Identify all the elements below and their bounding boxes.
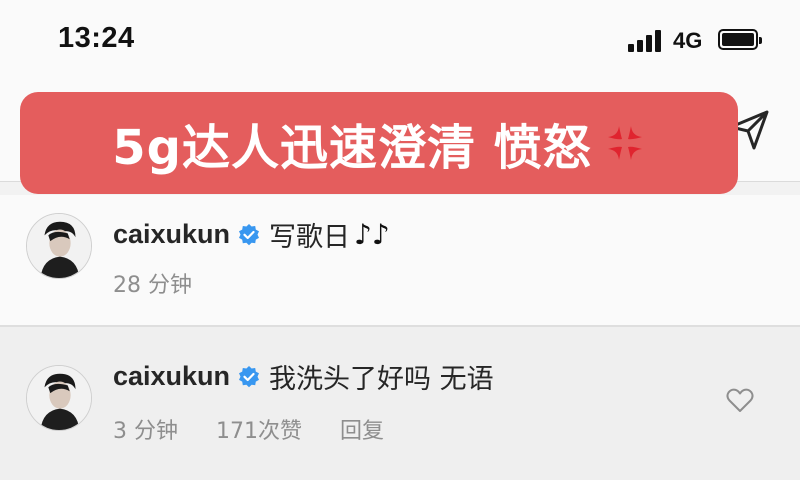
comment-time: 3 分钟 — [113, 419, 178, 444]
comment-username[interactable]: caixukun — [113, 219, 230, 250]
comment-item: caixukun 我洗头了好吗 无语 3 分钟 171次赞 回复 — [0, 327, 800, 480]
comment-item: caixukun 写歌日 ♪♪ 28 分钟 — [0, 195, 800, 325]
signal-icon — [628, 30, 664, 52]
network-type: 4G — [673, 28, 703, 53]
comment-text: 我洗头了好吗 无语 — [269, 364, 494, 395]
status-bar: 13:24 4G — [0, 0, 800, 85]
battery-icon — [718, 29, 762, 50]
reply-button[interactable]: 回复 — [340, 413, 384, 445]
comment-time: 28 分钟 — [113, 273, 192, 298]
comment-username[interactable]: caixukun — [113, 361, 230, 392]
avatar[interactable] — [26, 213, 92, 279]
heart-icon[interactable] — [726, 387, 754, 413]
like-count[interactable]: 171次赞 — [216, 413, 302, 445]
verified-icon — [239, 223, 260, 245]
caption-banner: 5g达人迅速澄清 愤怒 — [20, 92, 738, 194]
avatar[interactable] — [26, 365, 92, 431]
banner-text: 5g达人迅速澄清 愤怒 — [112, 120, 592, 176]
anger-icon — [607, 126, 642, 160]
status-time: 13:24 — [58, 22, 135, 54]
comment-text: 写歌日 — [269, 222, 351, 253]
verified-icon — [239, 365, 260, 387]
music-note-icon: ♪♪ — [354, 218, 390, 251]
